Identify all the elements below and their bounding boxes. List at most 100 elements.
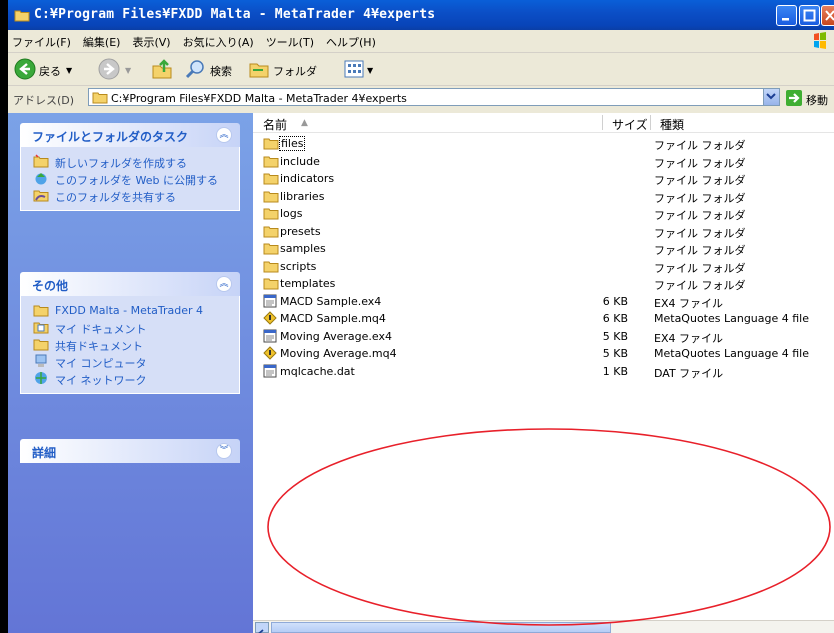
- column-divider[interactable]: [650, 115, 651, 130]
- file-row[interactable]: samples ファイル フォルダ: [263, 241, 823, 257]
- menu-tools[interactable]: ツール(T): [266, 34, 314, 50]
- task-publish-web[interactable]: このフォルダを Web に公開する: [21, 170, 239, 187]
- file-row[interactable]: include ファイル フォルダ: [263, 154, 823, 171]
- file-name: files: [278, 136, 306, 151]
- place-shared-documents[interactable]: 共有ドキュメント: [21, 336, 239, 353]
- expand-chevron-icon[interactable]: ︾: [216, 443, 232, 459]
- place-my-documents[interactable]: マイ ドキュメント: [21, 319, 239, 336]
- search-button[interactable]: 検索: [185, 59, 232, 82]
- back-arrow-icon: [14, 58, 36, 83]
- address-value: C:¥Program Files¥FXDD Malta - MetaTrader…: [111, 92, 407, 105]
- file-type: EX4 ファイル: [654, 331, 723, 345]
- windows-logo-icon: [808, 31, 832, 51]
- file-type: ファイル フォルダ: [654, 261, 746, 275]
- file-name: libraries: [280, 189, 325, 203]
- file-type: ファイル フォルダ: [654, 174, 746, 187]
- my-documents-icon: [33, 320, 49, 337]
- other-places-header[interactable]: その他 ︽: [20, 272, 240, 296]
- title-bar[interactable]: C:¥Program Files¥FXDD Malta - MetaTrader…: [8, 0, 834, 30]
- folders-button[interactable]: フォルダ: [248, 59, 317, 82]
- new-folder-icon: [33, 154, 49, 171]
- forward-button[interactable]: ▼: [98, 58, 131, 83]
- file-row[interactable]: MACD Sample.ex4 6 KB EX4 ファイル: [263, 294, 823, 310]
- file-type: ファイル フォルダ: [654, 209, 746, 222]
- file-row[interactable]: presets ファイル フォルダ: [263, 224, 823, 240]
- collapse-chevron-icon[interactable]: ︽: [216, 276, 232, 292]
- file-row[interactable]: MACD Sample.mq4 6 KB MetaQuotes Language 4…: [263, 311, 823, 326]
- mq4-file-icon: [263, 311, 277, 328]
- forward-dropdown-icon[interactable]: ▼: [125, 66, 131, 75]
- task-pane: ファイルとフォルダのタスク ︽ 新しいフォルダを作成する このフォルダを Web…: [8, 113, 253, 633]
- file-row[interactable]: Moving Average.ex4 5 KB EX4 ファイル: [263, 329, 823, 346]
- task-share-folder[interactable]: このフォルダを共有する: [21, 187, 239, 204]
- file-name: Moving Average.ex4: [280, 329, 392, 343]
- details-panel-title: 詳細: [32, 446, 57, 460]
- file-type: EX4 ファイル: [654, 296, 723, 310]
- dat-file-icon: [263, 364, 277, 381]
- scrollbar-thumb[interactable]: [271, 622, 611, 633]
- tasks-panel-header[interactable]: ファイルとフォルダのタスク ︽: [20, 123, 240, 147]
- file-type: ファイル フォルダ: [654, 139, 746, 152]
- close-button[interactable]: [821, 5, 834, 26]
- ex4-file-icon: [263, 329, 277, 346]
- up-folder-button[interactable]: [150, 57, 174, 84]
- other-places-title: その他: [32, 279, 69, 293]
- back-dropdown-icon[interactable]: ▼: [66, 66, 72, 75]
- file-name: templates: [280, 277, 336, 290]
- file-name: mqlcache.dat: [280, 364, 355, 378]
- file-row[interactable]: files ファイル フォルダ: [263, 136, 823, 152]
- views-button[interactable]: ▼: [343, 59, 373, 82]
- menu-edit[interactable]: 編集(E): [83, 34, 121, 50]
- menu-view[interactable]: 表示(V): [132, 34, 170, 50]
- folder-icon: [263, 154, 279, 171]
- file-size: 1 KB: [602, 364, 628, 378]
- details-panel-header[interactable]: 詳細 ︾: [20, 439, 240, 463]
- maximize-button[interactable]: [799, 5, 820, 26]
- go-label[interactable]: 移動: [806, 92, 828, 108]
- file-row[interactable]: logs ファイル フォルダ: [263, 206, 823, 222]
- sort-ascending-icon: ▲: [301, 118, 308, 128]
- column-name[interactable]: 名前: [263, 116, 287, 133]
- toolbar: 戻る ▼ ▼ 検索 フォルダ ▼: [8, 53, 834, 86]
- address-input[interactable]: C:¥Program Files¥FXDD Malta - MetaTrader…: [88, 88, 780, 106]
- file-row[interactable]: templates ファイル フォルダ: [263, 276, 823, 292]
- file-list: 名前 ▲ サイズ 種類 files ファイル フォルダ include ファイル フォ…: [253, 113, 834, 620]
- go-button[interactable]: [786, 90, 802, 106]
- folder-icon: [263, 189, 279, 206]
- place-fxdd-folder[interactable]: FXDD Malta - MetaTrader 4: [21, 302, 239, 319]
- window-title: C:¥Program Files¥FXDD Malta - MetaTrader…: [34, 7, 436, 22]
- file-row[interactable]: mqlcache.dat 1 KB DAT ファイル: [263, 364, 823, 381]
- horizontal-scrollbar[interactable]: [253, 620, 834, 633]
- menu-favorites[interactable]: お気に入り(A): [183, 34, 254, 50]
- column-size[interactable]: サイズ: [612, 116, 648, 133]
- menu-bar: ファイル(F) 編集(E) 表示(V) お気に入り(A) ツール(T) ヘルプ(…: [8, 30, 834, 53]
- folder-icon: [263, 171, 279, 188]
- menu-help[interactable]: ヘルプ(H): [326, 34, 376, 50]
- column-type[interactable]: 種類: [660, 116, 684, 133]
- minimize-button[interactable]: [776, 5, 797, 26]
- file-row[interactable]: indicators ファイル フォルダ: [263, 171, 823, 188]
- publish-web-icon: [33, 171, 49, 188]
- back-button[interactable]: 戻る ▼: [14, 58, 72, 83]
- collapse-chevron-icon[interactable]: ︽: [216, 127, 232, 143]
- file-row[interactable]: libraries ファイル フォルダ: [263, 189, 823, 206]
- column-divider[interactable]: [602, 115, 603, 130]
- file-size: 6 KB: [602, 312, 628, 325]
- column-headers: 名前 ▲ サイズ 種類: [253, 113, 834, 133]
- tasks-panel-title: ファイルとフォルダのタスク: [32, 130, 189, 144]
- address-dropdown-button[interactable]: [763, 89, 779, 105]
- place-my-computer[interactable]: マイ コンピュータ: [21, 353, 239, 370]
- up-folder-icon: [150, 57, 174, 84]
- folder-icon: [33, 303, 49, 320]
- file-row[interactable]: Moving Average.mq4 5 KB MetaQuotes Languag…: [263, 346, 823, 361]
- menu-file[interactable]: ファイル(F): [12, 34, 71, 50]
- folder-icon: [14, 8, 30, 26]
- file-name: include: [280, 154, 320, 168]
- views-dropdown-icon[interactable]: ▼: [367, 66, 373, 75]
- file-name: MACD Sample.ex4: [280, 294, 382, 308]
- task-new-folder[interactable]: 新しいフォルダを作成する: [21, 153, 239, 170]
- scroll-left-button[interactable]: [255, 622, 269, 633]
- place-my-network[interactable]: マイ ネットワーク: [21, 370, 239, 387]
- file-type: MetaQuotes Language 4 file: [654, 312, 810, 325]
- file-row[interactable]: scripts ファイル フォルダ: [263, 259, 823, 275]
